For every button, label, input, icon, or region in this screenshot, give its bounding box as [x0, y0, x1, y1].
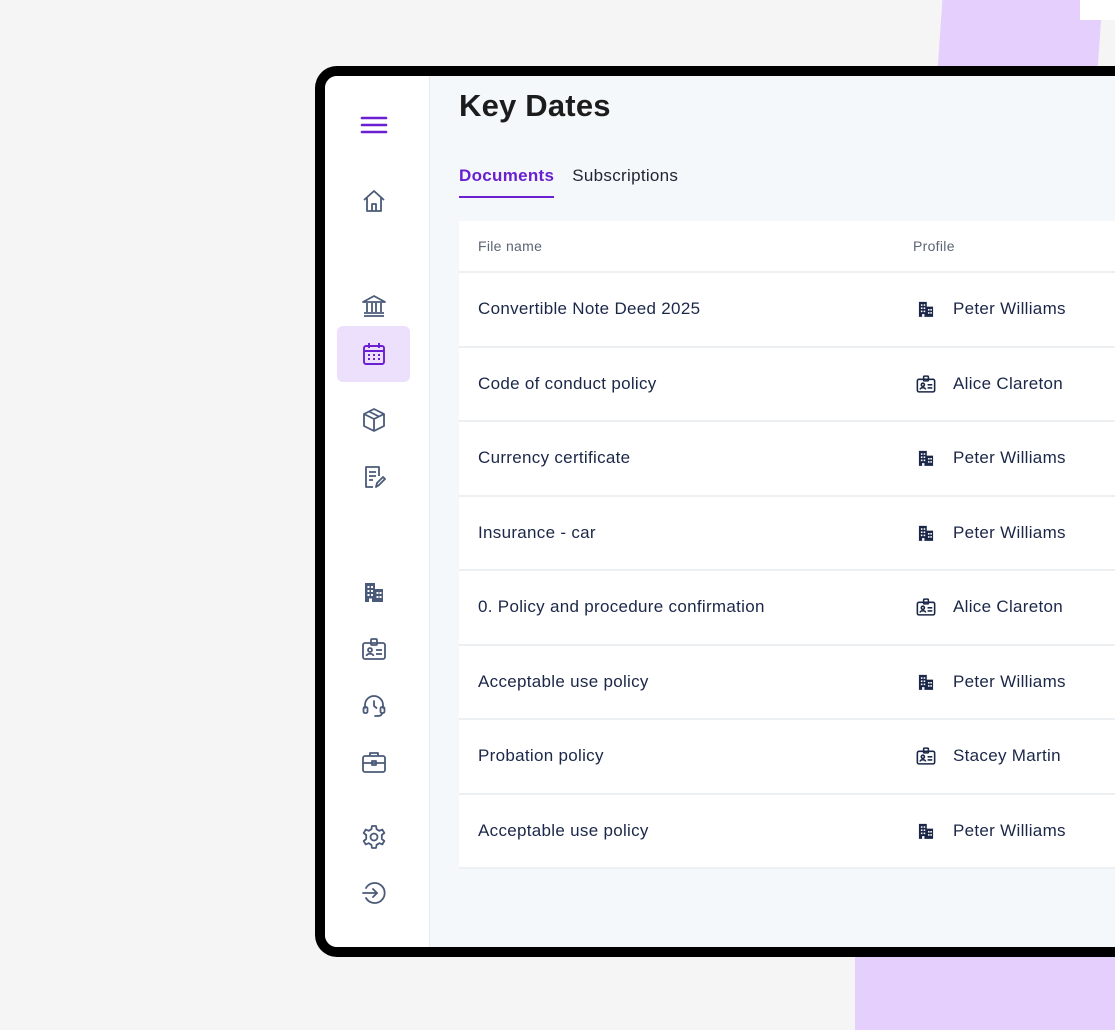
page-title: Key Dates	[459, 88, 611, 123]
profile-name: Stacey Martin	[953, 746, 1061, 766]
sidebar-item-services[interactable]	[337, 734, 410, 790]
sidebar-item-key-dates[interactable]	[337, 326, 410, 382]
file-name-cell[interactable]: Currency certificate	[459, 448, 913, 468]
sidebar-item-support[interactable]	[337, 677, 410, 733]
sidebar-item-entities[interactable]	[337, 564, 410, 620]
profile-cell: Alice Clareton	[913, 596, 1115, 618]
profile-name: Alice Clareton	[953, 373, 1064, 393]
menu-button[interactable]	[337, 98, 410, 154]
id-card-icon	[913, 745, 953, 767]
gear-icon	[362, 825, 385, 849]
file-name-cell[interactable]: Insurance - car	[459, 523, 913, 543]
home-icon	[362, 190, 385, 212]
building-icon	[913, 298, 953, 320]
sidebar-item-documents[interactable]	[337, 449, 410, 505]
menu-icon	[360, 116, 387, 134]
file-name-cell[interactable]: Probation policy	[459, 746, 913, 766]
profile-name: Peter Williams	[953, 820, 1066, 840]
column-header-profile[interactable]: Profile	[913, 238, 1115, 254]
briefcase-icon	[361, 752, 386, 773]
file-name-cell[interactable]: Acceptable use policy	[459, 821, 913, 841]
documents-table: File name Profile Convertible Note Deed …	[459, 221, 1115, 869]
profile-cell: Peter Williams	[913, 820, 1115, 842]
profile-cell: Alice Clareton	[913, 373, 1115, 395]
app-screen: Key Dates Documents Subscriptions File n…	[325, 76, 1115, 947]
table-row[interactable]: Convertible Note Deed 2025 Peter Williams	[459, 273, 1115, 348]
sidebar	[325, 76, 430, 947]
support-headset-icon	[362, 695, 385, 717]
sidebar-item-logout[interactable]	[337, 865, 410, 921]
building-icon	[913, 820, 953, 842]
device-frame: Key Dates Documents Subscriptions File n…	[315, 66, 1115, 957]
building-icon	[913, 522, 953, 544]
table-row[interactable]: Insurance - car Peter Williams	[459, 497, 1115, 571]
profile-cell: Stacey Martin	[913, 745, 1115, 767]
id-card-icon	[913, 596, 953, 618]
file-name-cell[interactable]: 0. Policy and procedure confirmation	[459, 597, 913, 617]
profile-name: Alice Clareton	[953, 597, 1064, 617]
sidebar-item-home[interactable]	[337, 173, 410, 229]
profile-cell: Peter Williams	[913, 522, 1115, 544]
table-row[interactable]: Code of conduct policy Alice Clareton	[459, 348, 1115, 422]
profile-name: Peter Williams	[953, 671, 1066, 691]
decorative-shape	[1080, 0, 1115, 20]
profile-name: Peter Williams	[953, 448, 1066, 468]
profile-name: Peter Williams	[953, 299, 1066, 319]
id-card-icon	[361, 638, 386, 660]
tab-documents[interactable]: Documents	[459, 166, 555, 198]
table-row[interactable]: Acceptable use policy Peter Williams	[459, 795, 1115, 869]
building-icon	[364, 583, 383, 602]
building-icon	[913, 447, 953, 469]
profile-cell: Peter Williams	[913, 671, 1115, 693]
id-card-icon	[913, 373, 953, 395]
calendar-icon	[362, 343, 385, 365]
file-name-cell[interactable]: Acceptable use policy	[459, 672, 913, 692]
package-icon	[362, 408, 385, 432]
tab-bar: Documents Subscriptions	[459, 166, 678, 198]
profile-name: Peter Williams	[953, 522, 1066, 542]
sidebar-item-assets[interactable]	[337, 392, 410, 448]
document-edit-icon	[364, 466, 386, 488]
column-header-file-name[interactable]: File name	[459, 238, 913, 254]
table-row[interactable]: Currency certificate Peter Williams	[459, 422, 1115, 497]
table-row[interactable]: Probation policy Stacey Martin	[459, 720, 1115, 795]
logout-icon	[361, 882, 386, 904]
sidebar-item-people[interactable]	[337, 621, 410, 677]
profile-cell: Peter Williams	[913, 447, 1115, 469]
file-name-cell[interactable]: Convertible Note Deed 2025	[459, 299, 913, 319]
profile-cell: Peter Williams	[913, 298, 1115, 320]
table-row[interactable]: Acceptable use policy Peter Williams	[459, 646, 1115, 720]
table-header: File name Profile	[459, 221, 1115, 273]
building-icon	[913, 671, 953, 693]
bank-icon	[361, 295, 386, 317]
sidebar-item-settings[interactable]	[337, 809, 410, 865]
tab-subscriptions[interactable]: Subscriptions	[572, 166, 678, 198]
table-body: Convertible Note Deed 2025 Peter Williams…	[459, 273, 1115, 869]
table-row[interactable]: 0. Policy and procedure confirmation Alic…	[459, 571, 1115, 646]
main-content: Key Dates Documents Subscriptions File n…	[430, 76, 1115, 947]
file-name-cell[interactable]: Code of conduct policy	[459, 374, 913, 394]
